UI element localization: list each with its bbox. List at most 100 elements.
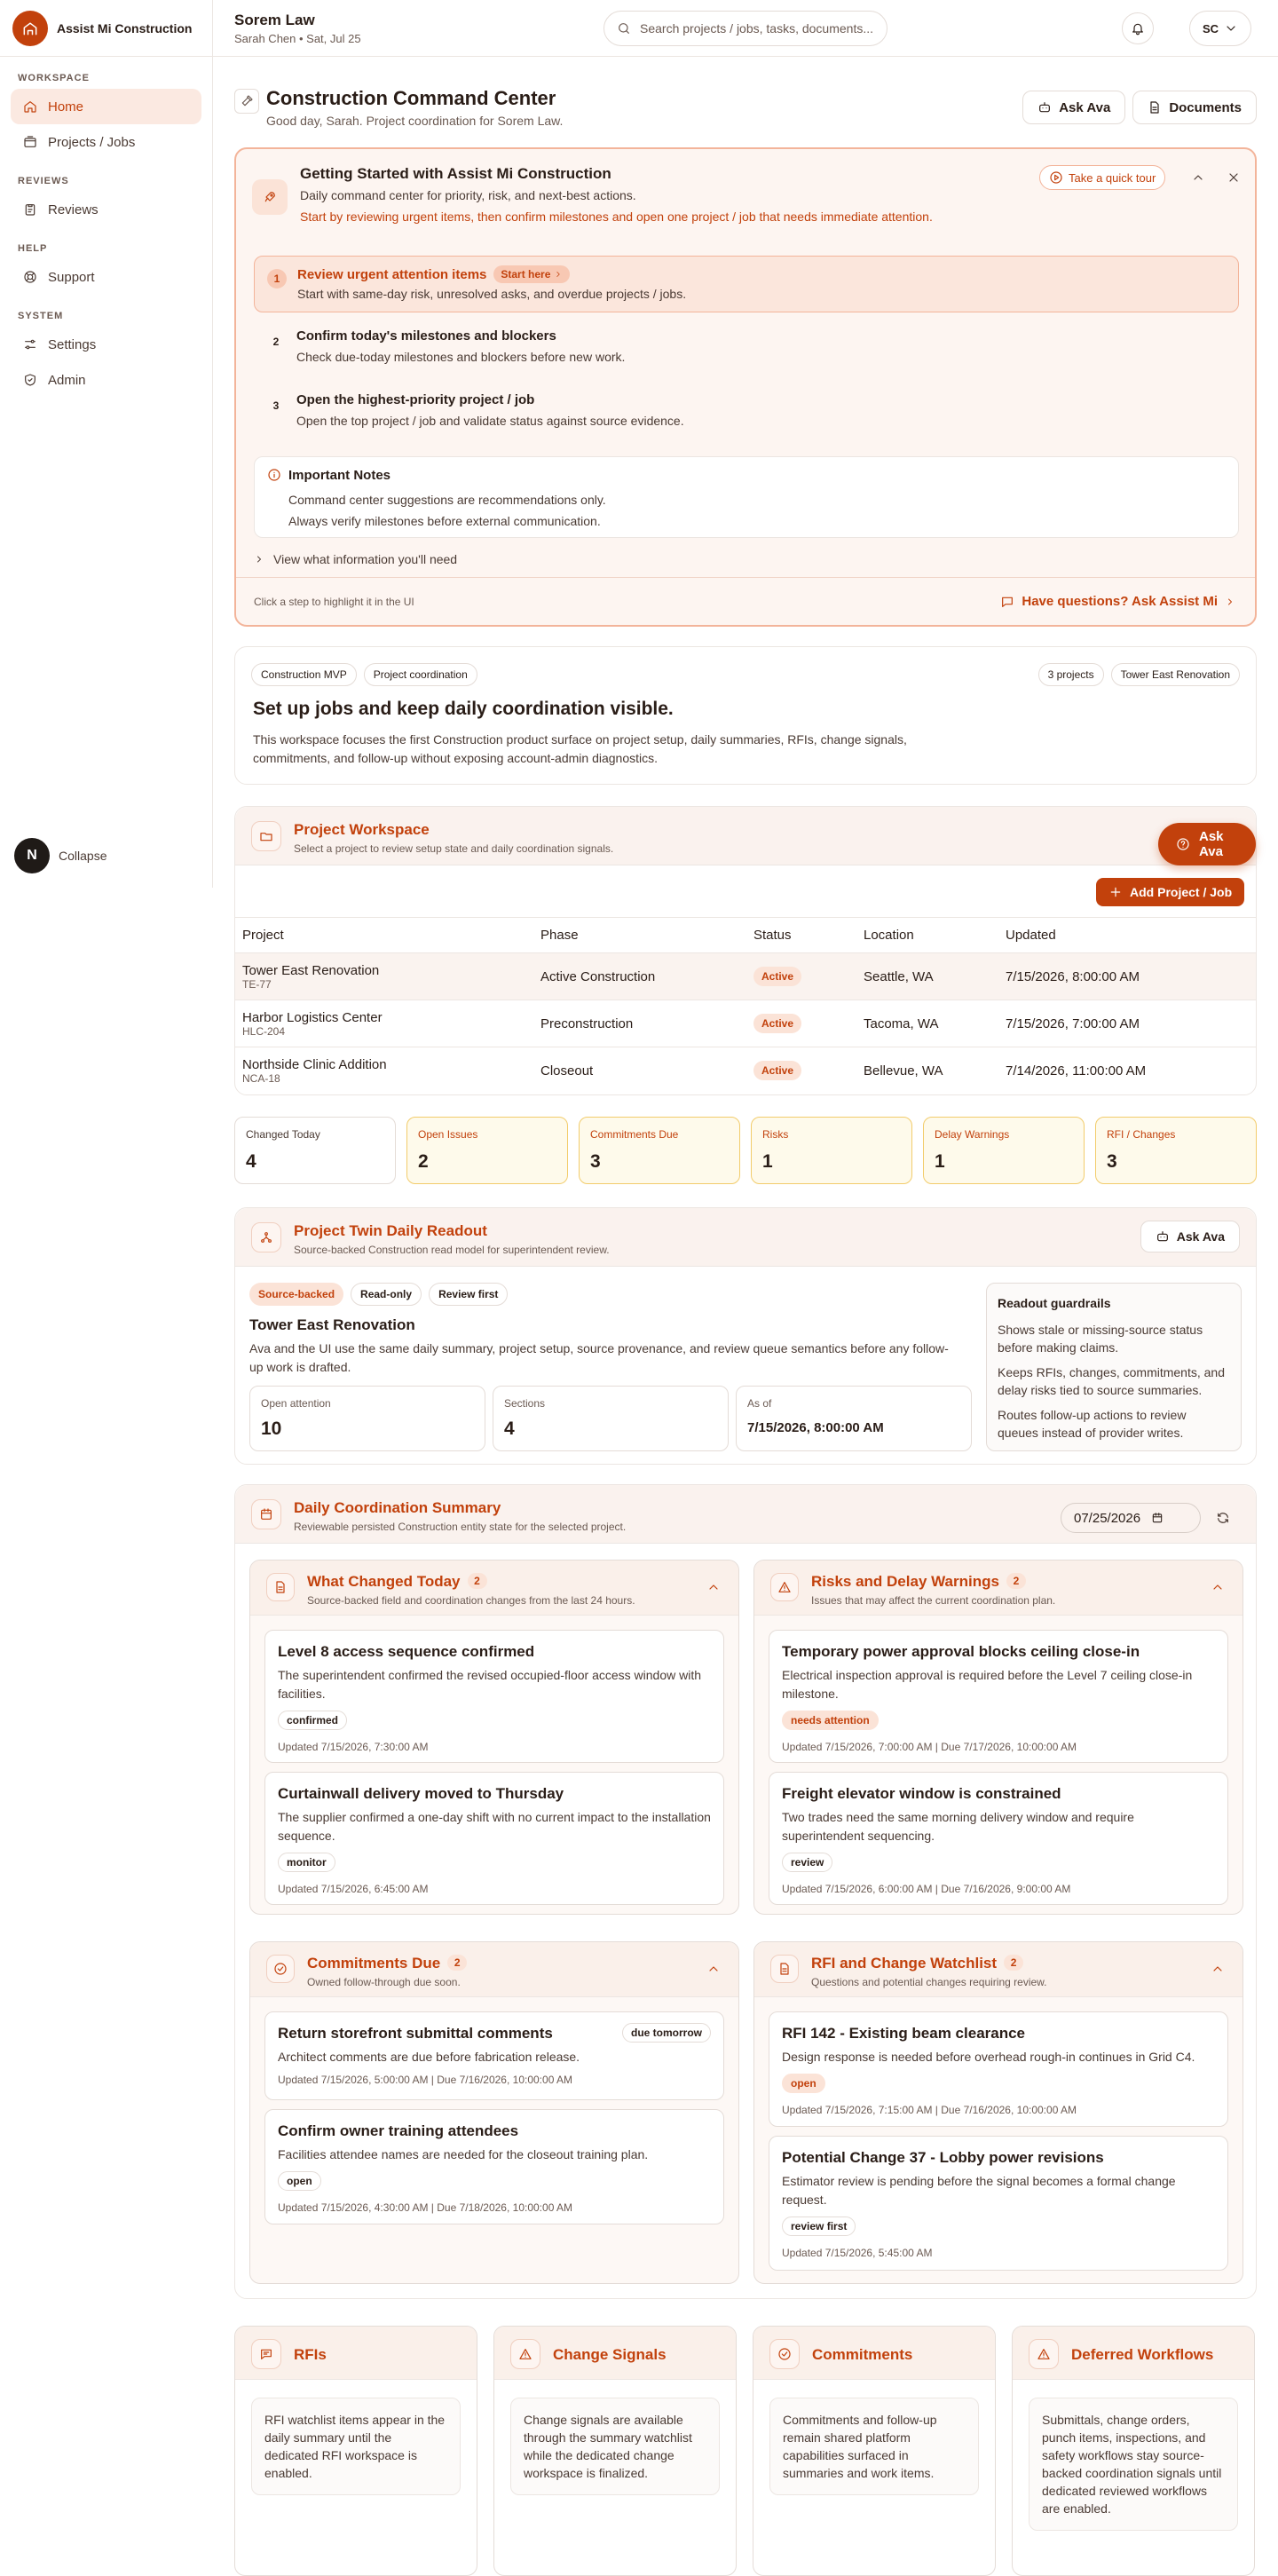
panel-header[interactable]: Commitments Due 2 Owned follow-through du…	[250, 1942, 738, 1997]
stat-value: 4	[504, 1418, 515, 1439]
twin-ask-ava-button[interactable]: Ask Ava	[1140, 1221, 1240, 1252]
card-deferred-workflows[interactable]: Deferred Workflows Submittals, change or…	[1012, 2326, 1255, 2576]
sidebar-item-projects[interactable]: Projects / Jobs	[11, 124, 201, 160]
warning-icon	[510, 2339, 540, 2369]
stat-label: Sections	[504, 1397, 546, 1410]
brand-name: Assist Mi Construction	[57, 20, 193, 36]
view-info-toggle[interactable]: View what information you'll need	[254, 552, 457, 566]
user-menu-button[interactable]: SC	[1189, 11, 1252, 46]
list-item[interactable]: Freight elevator window is constrained T…	[769, 1772, 1228, 1905]
twin-ask-ava-label: Ask Ava	[1176, 1229, 1225, 1244]
list-item[interactable]: Potential Change 37 - Lobby power revisi…	[769, 2136, 1228, 2271]
card-commitments[interactable]: Commitments Commitments and follow-up re…	[753, 2326, 996, 2576]
project-name: Northside Clinic Addition	[242, 1056, 387, 1072]
add-project-button[interactable]: Add Project / Job	[1096, 878, 1245, 906]
column-header[interactable]: Location	[856, 917, 998, 953]
panel-header[interactable]: RFI and Change Watchlist 2 Questions and …	[754, 1942, 1242, 1997]
item-tag: due tomorrow	[622, 2023, 711, 2043]
sidebar-item-home[interactable]: Home	[11, 89, 201, 124]
search-input[interactable]: Search projects / jobs, tasks, documents…	[604, 11, 888, 46]
card-header: Commitments	[753, 2327, 995, 2380]
sidebar-item-label: Reviews	[48, 201, 99, 217]
setup-description: This workspace focuses the first Constru…	[253, 732, 907, 765]
table-row[interactable]: Tower East Renovation TE-77 Active Constr…	[235, 952, 1256, 1000]
avatar[interactable]: N	[14, 838, 50, 873]
page-subtitle: Good day, Sarah. Project coordination fo…	[266, 114, 564, 128]
refresh-icon[interactable]	[1211, 1506, 1235, 1529]
card-header: Deferred Workflows	[1013, 2327, 1254, 2380]
list-item[interactable]: Temporary power approval blocks ceiling …	[769, 1630, 1228, 1763]
metric-open-issues[interactable]: Open Issues 2	[406, 1117, 568, 1184]
status-badge: Active	[753, 1014, 802, 1033]
card-title: RFIs	[294, 2346, 327, 2363]
metric-commitments-due[interactable]: Commitments Due 3	[579, 1117, 740, 1184]
column-header[interactable]: Updated	[998, 917, 1256, 953]
updated-cell: 7/14/2026, 11:00:00 AM	[1006, 1063, 1147, 1079]
metric-delay-warnings[interactable]: Delay Warnings 1	[923, 1117, 1085, 1184]
twin-stat-open-attention: Open attention 10	[249, 1386, 485, 1451]
list-item[interactable]: RFI 142 - Existing beam clearance Design…	[769, 2011, 1228, 2127]
panel-header[interactable]: What Changed Today 2 Source-backed field …	[250, 1561, 738, 1616]
item-tag: review	[782, 1853, 833, 1872]
sidebar-item-label: Home	[48, 99, 84, 115]
ask-ava-floating-button[interactable]: Ask Ava	[1158, 823, 1256, 865]
help-circle-icon	[1176, 837, 1190, 851]
item-tag: monitor	[278, 1853, 335, 1872]
collapse-button[interactable]: N Collapse	[14, 838, 106, 873]
card-rfis[interactable]: RFIs RFI watchlist items appear in the d…	[234, 2326, 477, 2576]
metric-risks[interactable]: Risks 1	[751, 1117, 912, 1184]
sidebar-item-support[interactable]: Support	[11, 259, 201, 295]
card-change-signals[interactable]: Change Signals Change signals are availa…	[493, 2326, 737, 2576]
list-item[interactable]: Level 8 access sequence confirmed The su…	[264, 1630, 724, 1763]
table-row[interactable]: Harbor Logistics Center HLC-204 Preconstr…	[235, 1000, 1256, 1047]
column-header[interactable]: Phase	[533, 917, 746, 953]
ask-assist-link[interactable]: Have questions? Ask Assist Mi	[1000, 594, 1235, 609]
column-header[interactable]: Project	[235, 917, 533, 953]
updated-cell: 7/15/2026, 8:00:00 AM	[998, 952, 1256, 1000]
documents-button[interactable]: Documents	[1132, 91, 1257, 124]
item-title: Freight elevator window is constrained	[782, 1785, 1061, 1802]
list-item[interactable]: Curtainwall delivery moved to Thursday T…	[264, 1772, 724, 1905]
sidebar-item-reviews[interactable]: Reviews	[11, 192, 201, 227]
card-body: Change signals are available through the…	[510, 2398, 720, 2495]
close-icon[interactable]	[1223, 167, 1244, 188]
sidebar-item-label: Projects / Jobs	[48, 134, 136, 150]
list-item[interactable]: Confirm owner training attendees Facilit…	[264, 2109, 724, 2224]
sidebar-item-settings[interactable]: Settings	[11, 327, 201, 362]
ask-ava-button[interactable]: Ask Ava	[1022, 91, 1126, 124]
onboarding-step-2[interactable]: 2 Confirm today's milestones and blocker…	[254, 320, 1239, 376]
metric-label: Delay Warnings	[935, 1128, 1010, 1141]
message-square-icon	[251, 2339, 281, 2369]
metric-changed-today[interactable]: Changed Today 4	[234, 1117, 396, 1184]
folder-icon	[23, 135, 37, 149]
onboarding-step-3[interactable]: 3 Open the highest-priority project / jo…	[254, 383, 1239, 440]
table-row[interactable]: Northside Clinic Addition NCA-18 Closeout…	[235, 1047, 1256, 1094]
metrics-row: Changed Today 4 Open Issues 2 Commitments …	[234, 1117, 1257, 1184]
bell-icon[interactable]	[1122, 12, 1154, 44]
metric-label: Open Issues	[418, 1128, 478, 1141]
clipboard-icon	[23, 202, 37, 217]
metric-rfi-changes[interactable]: RFI / Changes 3	[1095, 1117, 1257, 1184]
chevron-up-icon[interactable]	[1187, 167, 1209, 188]
item-description: The supplier confirmed a one-day shift w…	[278, 1810, 711, 1843]
twin-stat-as-of: As of 7/15/2026, 8:00:00 AM	[736, 1386, 972, 1451]
date-field[interactable]: 07/25/2026	[1061, 1503, 1201, 1533]
start-here-badge[interactable]: Start here	[493, 265, 571, 283]
chevron-up-icon[interactable]	[1211, 1580, 1225, 1594]
chevron-up-icon[interactable]	[1211, 1962, 1225, 1976]
selected-project-pill[interactable]: Tower East Renovation	[1110, 663, 1240, 686]
list-item[interactable]: Return storefront submittal comments Arc…	[264, 2011, 724, 2100]
brand-logo-icon[interactable]	[12, 10, 48, 46]
calendar-picker-icon[interactable]	[1151, 1512, 1164, 1524]
chevron-up-icon[interactable]	[706, 1580, 721, 1594]
sidebar-item-admin[interactable]: Admin	[11, 362, 201, 398]
item-tag: open	[278, 2171, 321, 2191]
item-meta: Updated 7/15/2026, 6:00:00 AM | Due 7/16…	[782, 1883, 1071, 1895]
panel-header[interactable]: Risks and Delay Warnings 2 Issues that ma…	[754, 1561, 1242, 1616]
phase-cell: Preconstruction	[533, 1000, 746, 1047]
column-header[interactable]: Status	[746, 917, 856, 953]
quick-tour-button[interactable]: Take a quick tour	[1039, 165, 1166, 190]
onboarding-step-1[interactable]: 1 Review urgent attention items Start her…	[254, 256, 1239, 312]
panel-title-text: Risks and Delay Warnings	[811, 1573, 999, 1590]
chevron-up-icon[interactable]	[706, 1962, 721, 1976]
